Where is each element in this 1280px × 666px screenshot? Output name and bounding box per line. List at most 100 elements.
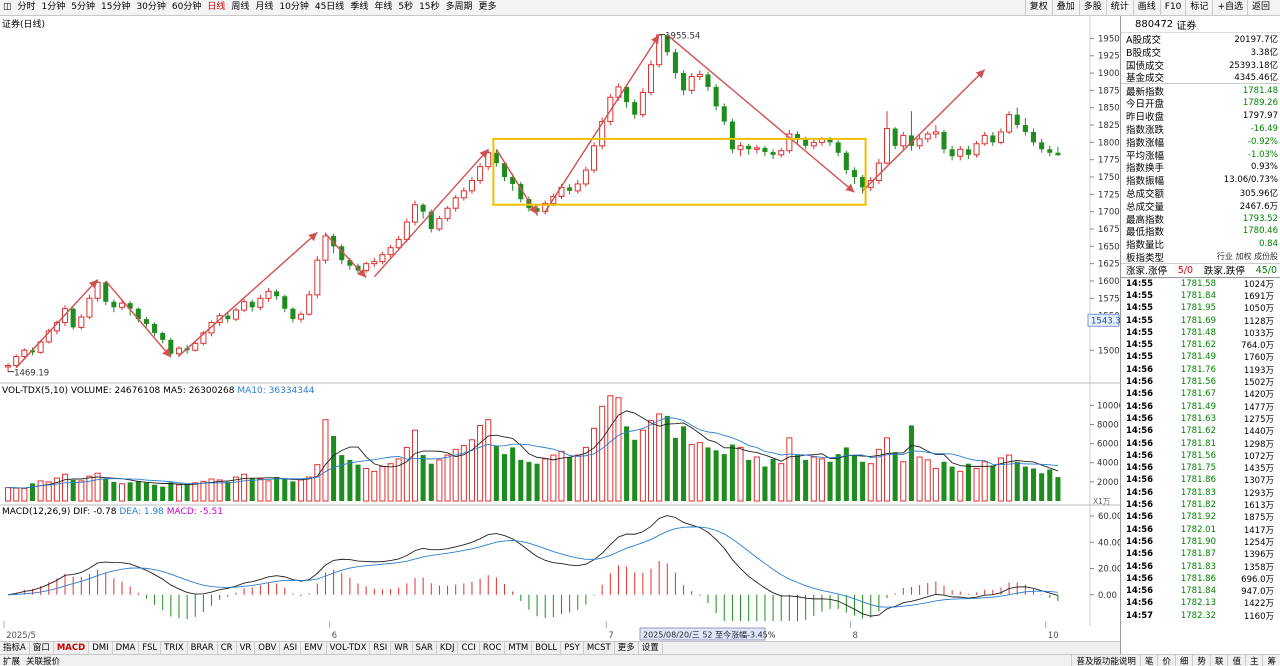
period-tab[interactable]: 5分钟	[68, 0, 98, 15]
period-tab[interactable]: 多周期	[443, 0, 476, 15]
chart-area[interactable]: 1950 1925 1900 1875 1850 1825 1800 1775 1750 1725…	[0, 16, 1124, 641]
price-tick-label: 1875	[1098, 86, 1120, 96]
toolbar-tool-button[interactable]: F10	[1159, 0, 1186, 15]
period-tab[interactable]: 5秒	[395, 0, 416, 15]
toolbar-tool-button[interactable]: 复权	[1024, 0, 1052, 15]
indicator-tab[interactable]: CCI	[458, 642, 480, 654]
tick-list[interactable]: 14:55 1781.58 1024万 14:55 1781.84 1691万 14:55 1…	[1121, 278, 1280, 622]
quote-panel-tab[interactable]: 笔	[1139, 655, 1158, 666]
quote-panel-tab[interactable]: 主	[1244, 655, 1263, 666]
period-tab[interactable]: 15秒	[416, 0, 442, 15]
indicator-tab[interactable]: VR	[237, 642, 256, 654]
indicator-tab[interactable]: MTM	[505, 642, 533, 654]
status-left-item[interactable]: 关联报价	[23, 655, 63, 666]
candle-body-up	[5, 365, 12, 368]
tick-time: 14:56	[1126, 463, 1154, 474]
tick-row: 14:56 1781.83 1358万	[1121, 560, 1280, 573]
indicator-tab[interactable]: MCST	[584, 642, 615, 654]
period-tab[interactable]: 60分钟	[169, 0, 204, 15]
indicator-tab[interactable]: FSL	[139, 642, 162, 654]
tick-price: 1781.56	[1180, 377, 1216, 388]
period-tab[interactable]: 月线	[252, 0, 276, 15]
indicator-tab[interactable]: 窗口	[30, 642, 54, 654]
tick-row: 14:56 1782.13 1422万	[1121, 597, 1280, 609]
tick-row: 14:56 1781.56 1072万	[1121, 450, 1280, 462]
kline-chart[interactable]: 1950 1925 1900 1875 1850 1825 1800 1775 1750 1725…	[0, 16, 1124, 641]
candle-body-down	[762, 147, 768, 153]
indicator-tab[interactable]: WR	[391, 642, 413, 654]
tick-time: 14:56	[1126, 413, 1154, 424]
indicator-tab[interactable]: OBV	[255, 642, 281, 654]
indicator-tab[interactable]: 设置	[639, 642, 663, 654]
indicator-tab[interactable]: SAR	[413, 642, 437, 654]
volume-bar-up	[615, 397, 622, 502]
tick-volume: 1396万	[1243, 550, 1274, 561]
quote-panel-tab[interactable]: 价	[1157, 655, 1175, 666]
indicator-tab[interactable]: TRIX	[161, 642, 188, 654]
up-limit-label: 涨家.涨停	[1126, 266, 1168, 278]
quote-panel-tab[interactable]: 值	[1227, 655, 1245, 666]
tick-time: 14:55	[1126, 340, 1154, 351]
indicator-tab[interactable]: EMV	[301, 642, 327, 654]
board-type-options[interactable]: 行业 加权 成份股	[1217, 251, 1278, 262]
volume-bar-up	[810, 456, 817, 502]
indicator-tabs: 指标A 窗口 MACD DMI DMA FSL TRIX BRAR CR VR OBV ASI EMV V…	[0, 641, 1120, 654]
candle-body-down	[965, 149, 971, 155]
candle-body-up	[647, 64, 655, 93]
indicator-tab[interactable]: 指标A	[0, 642, 30, 654]
toolbar-tool-button[interactable]: +自选	[1212, 0, 1247, 15]
cursor-date-label: 2025/08/20/三 52 至今涨幅-3.45%	[643, 630, 776, 640]
period-tab[interactable]: 年线	[371, 0, 395, 15]
toolbar-tool-button[interactable]: 画线	[1132, 0, 1160, 15]
period-tab[interactable]: 15分钟	[98, 0, 133, 15]
indicator-tab[interactable]: VOL-TDX	[327, 642, 371, 654]
quote-panel-tab[interactable]: 细	[1174, 655, 1193, 666]
volume-bar-up	[867, 463, 874, 502]
indicator-tab[interactable]: MACD	[54, 642, 90, 654]
period-tab[interactable]: 30分钟	[133, 0, 168, 15]
period-tab[interactable]: 10分钟	[276, 0, 311, 15]
indicator-tab[interactable]: ASI	[280, 642, 302, 654]
indicator-tab[interactable]: KDJ	[437, 642, 459, 654]
period-tab[interactable]: 季线	[347, 0, 371, 15]
candle-body-down	[111, 301, 117, 308]
indicator-tab[interactable]: BRAR	[188, 642, 218, 654]
toolbar-tool-button[interactable]: 叠加	[1051, 0, 1079, 15]
period-tab[interactable]: 1分钟	[39, 0, 69, 15]
toolbar-tool-button[interactable]: 返回	[1246, 0, 1274, 15]
period-tab[interactable]: 周线	[228, 0, 252, 15]
indicator-tab[interactable]: CR	[218, 642, 237, 654]
tick-price: 1781.63	[1180, 413, 1216, 424]
period-tab[interactable]: 45日线	[312, 0, 347, 15]
indicator-tab[interactable]: DMA	[113, 642, 140, 654]
toolbar-tool-button[interactable]: 多股	[1078, 0, 1106, 15]
tick-volume: 1160万	[1243, 611, 1274, 622]
chart-window-icon[interactable]: ◫	[0, 0, 15, 15]
help-link[interactable]: 普及版功能说明	[1071, 655, 1140, 666]
quote-panel-tab[interactable]: 筹	[1262, 655, 1280, 666]
price-tick-label: 1575	[1098, 294, 1120, 304]
toolbar-tool-button[interactable]: 统计	[1105, 0, 1133, 15]
indicator-tab[interactable]: DMI	[89, 642, 113, 654]
quote-panel-tab[interactable]: 势	[1192, 655, 1210, 666]
period-tab[interactable]: 日线	[204, 0, 228, 15]
tick-volume: 1477万	[1243, 402, 1274, 413]
indicator-tab[interactable]: 更多	[615, 642, 639, 654]
candle-body-down	[990, 135, 996, 143]
turnover-value: 3.38亿	[1250, 48, 1278, 59]
period-tab[interactable]: 更多	[476, 0, 500, 15]
indicator-tab[interactable]: PSY	[561, 642, 584, 654]
period-tab[interactable]: 分时	[15, 0, 39, 15]
indicator-tab[interactable]: ROC	[480, 642, 506, 654]
volume-bar-down	[1030, 468, 1037, 501]
quote-panel-tab[interactable]: 联	[1209, 655, 1228, 666]
candle-body-up	[477, 166, 484, 181]
tick-price: 1781.84	[1180, 586, 1216, 597]
volume-bar-down	[249, 478, 255, 501]
volume-bar-down	[908, 425, 914, 501]
indicator-tab[interactable]: RSI	[370, 642, 392, 654]
volume-bar-down	[1022, 466, 1028, 501]
status-left-item[interactable]: 扩展	[0, 655, 23, 666]
toolbar-tool-button[interactable]: 标记	[1185, 0, 1212, 15]
indicator-tab[interactable]: BOLL	[532, 642, 562, 654]
